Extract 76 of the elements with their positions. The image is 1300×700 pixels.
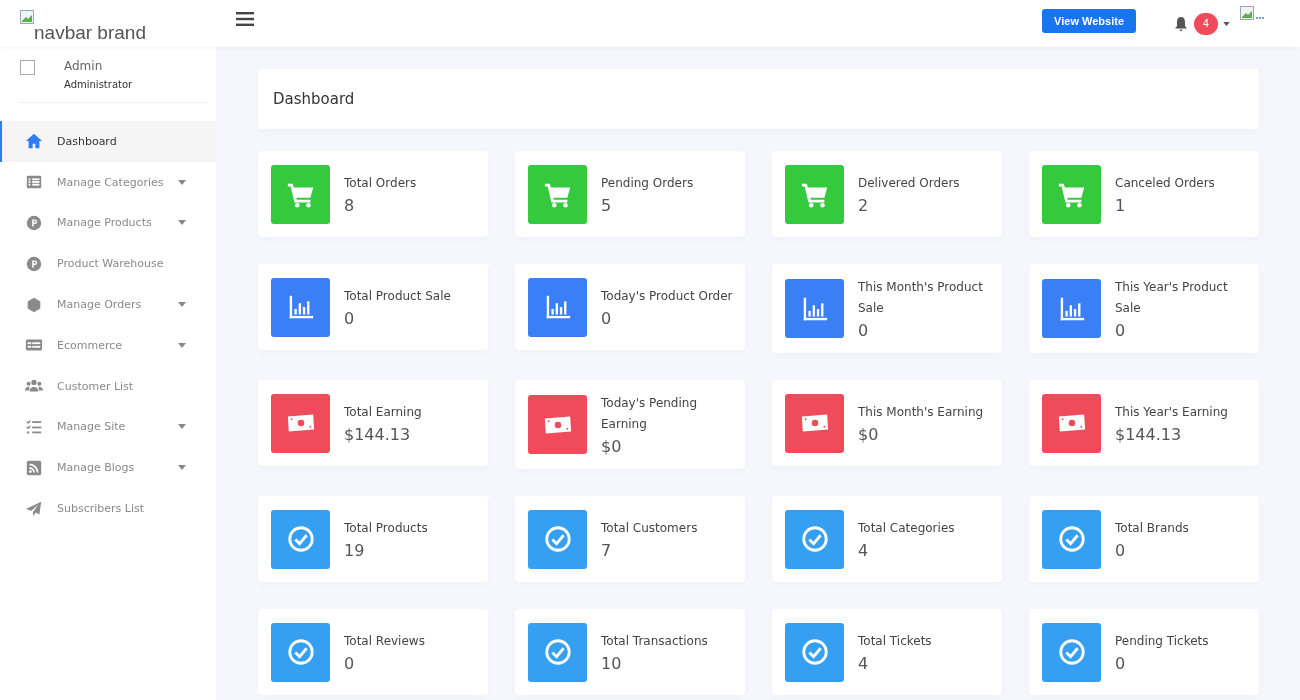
- stat-value: 2: [858, 196, 870, 215]
- stat-label: Total Reviews: [344, 633, 425, 650]
- check-circle-icon: [1056, 637, 1087, 667]
- stat-label: Total Product Sale: [344, 288, 451, 305]
- sidebar-item[interactable]: Manage Categories: [0, 161, 216, 203]
- stat-value: 0: [1115, 654, 1127, 673]
- stat-value: 0: [344, 654, 356, 673]
- notification-count-badge: 4: [1194, 12, 1218, 35]
- stat-value: $144.13: [1115, 425, 1183, 444]
- sidebar-item[interactable]: Customer List: [0, 365, 216, 407]
- stat-label: This Month's Earning: [858, 404, 984, 421]
- send-icon: [25, 499, 43, 518]
- stat-value: 19: [344, 541, 366, 560]
- stat-label: Total Categories: [858, 520, 955, 537]
- sidebar-item[interactable]: Manage Blogs: [0, 447, 216, 489]
- check-circle-icon: [285, 637, 316, 667]
- stat-label: Total Customers: [601, 520, 698, 537]
- sidebar-item[interactable]: Manage Orders: [0, 284, 216, 325]
- check-circle-icon: [799, 524, 830, 554]
- stat-label: Canceled Orders: [1115, 175, 1215, 192]
- p-icon: [25, 214, 43, 232]
- view-website-button[interactable]: View Website: [1042, 9, 1136, 33]
- stat-value: $144.13: [344, 425, 412, 444]
- sidebar-item[interactable]: Manage Products: [0, 202, 216, 244]
- stat-label: Pending Orders: [601, 175, 694, 192]
- check-circle-icon: [285, 524, 316, 554]
- stat-value: 7: [601, 541, 613, 560]
- stat-value: $0: [858, 425, 880, 444]
- p-icon: [25, 254, 43, 273]
- notification-bell-icon[interactable]: [1174, 15, 1188, 32]
- stat-value: 4: [858, 654, 870, 673]
- sidebar-item[interactable]: Product Warehouse: [0, 243, 216, 285]
- stat-value: 10: [601, 654, 623, 673]
- check-circle-icon: [542, 524, 573, 554]
- broken-image-icon: [1240, 5, 1264, 20]
- stat-value: 4: [858, 541, 870, 560]
- stat-label: Total Brands: [1115, 520, 1189, 537]
- check-circle-icon: [1056, 524, 1087, 554]
- stat-value: 0: [1115, 321, 1127, 340]
- hex-icon: [25, 295, 43, 314]
- check-circle-icon: [799, 637, 830, 667]
- stat-label: This Year's Earning: [1115, 404, 1228, 421]
- stat-label: Today's Pending Earning: [601, 395, 699, 433]
- home-icon: [25, 132, 43, 151]
- stat-value: 1: [1115, 196, 1127, 215]
- stat-label: Total Transactions: [601, 633, 708, 650]
- stat-label: Total Products: [344, 520, 428, 537]
- stat-value: 8: [344, 196, 356, 215]
- stat-label: Delivered Orders: [858, 175, 960, 192]
- page-title: Dashboard: [273, 90, 355, 108]
- stat-label: Total Orders: [344, 175, 417, 192]
- sidebar-item[interactable]: Dashboard: [0, 121, 216, 162]
- user-role: Administrator: [64, 79, 133, 90]
- stat-label: This Year's Product Sale: [1115, 279, 1229, 317]
- check-circle-icon: [542, 637, 573, 667]
- sidebar-item[interactable]: Subscribers List: [0, 488, 216, 529]
- stat-value: 0: [858, 321, 870, 340]
- stat-label: Pending Tickets: [1115, 633, 1209, 650]
- sidebar-item[interactable]: Ecommerce: [0, 325, 216, 366]
- navbar-brand[interactable]: navbar brand: [34, 21, 146, 44]
- stat-label: This Month's Product Sale: [858, 279, 984, 317]
- stat-value: 0: [344, 309, 356, 328]
- user-name: Admin: [64, 59, 104, 73]
- broken-image-icon: [20, 9, 34, 24]
- stat-label: Total Tickets: [858, 633, 932, 650]
- menu-icon[interactable]: [236, 11, 254, 26]
- stat-label: Today's Product Order: [601, 288, 733, 305]
- caret-icon[interactable]: [1223, 21, 1230, 26]
- stat-label: Total Earning: [344, 404, 422, 421]
- rss-icon: [25, 458, 43, 477]
- sidebar-item[interactable]: Manage Site: [0, 406, 216, 448]
- stat-value: $0: [601, 437, 623, 456]
- stat-value: 5: [601, 196, 613, 215]
- avatar-placeholder: [20, 60, 35, 75]
- stat-value: 0: [601, 309, 613, 328]
- stat-value: 0: [1115, 541, 1127, 560]
